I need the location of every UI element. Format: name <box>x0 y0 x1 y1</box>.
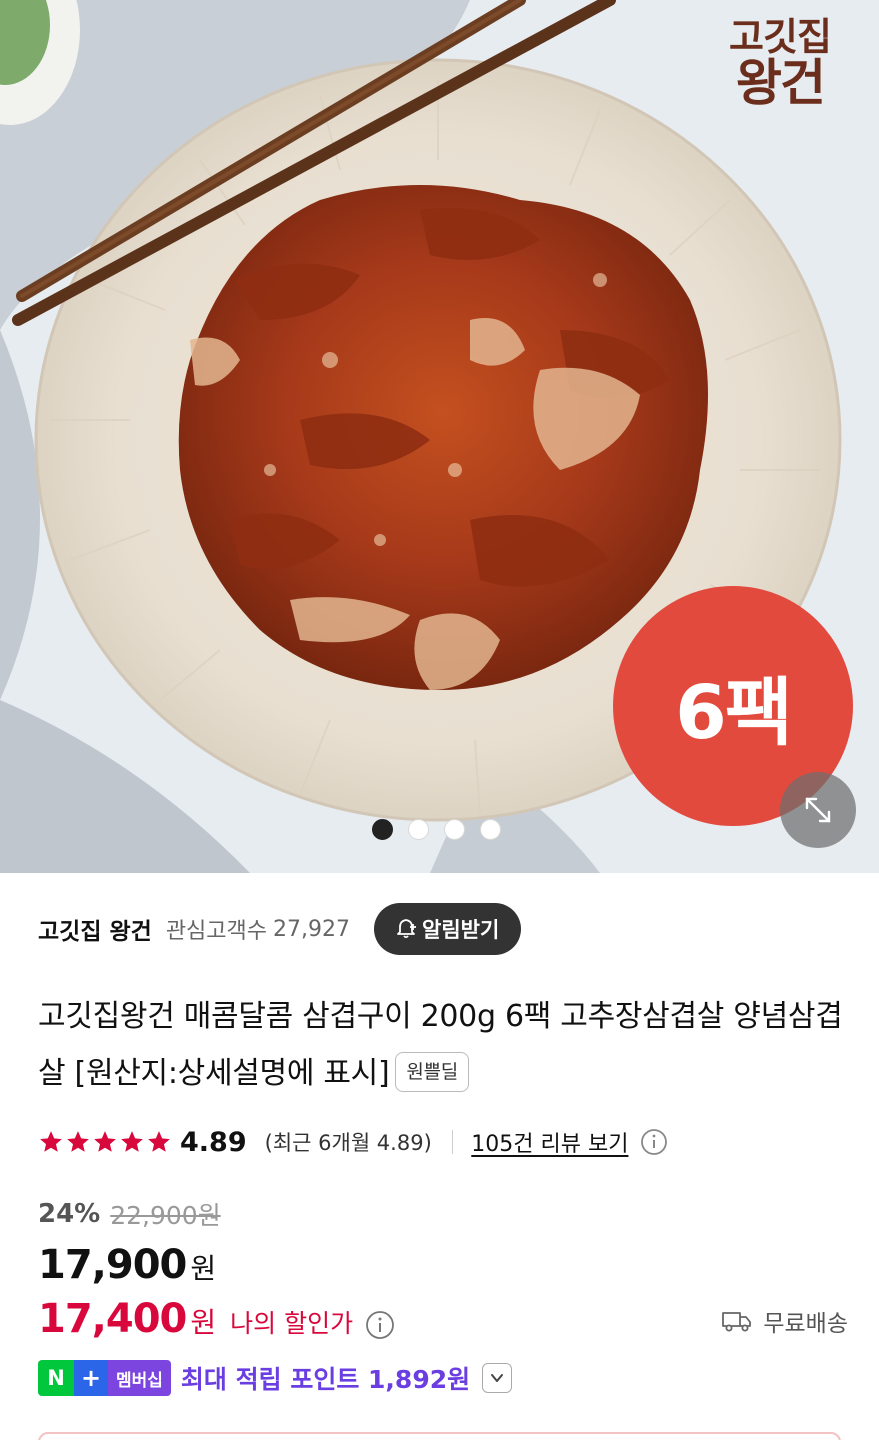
carousel-dot-4[interactable] <box>480 819 501 840</box>
original-price-row: 24% 22,900원 <box>38 1194 221 1234</box>
shipping-info: 무료배송 <box>721 1304 848 1338</box>
shipping-label: 무료배송 <box>763 1311 848 1337</box>
max-points-text: 최대 적립 포인트 1,892원 <box>180 1365 471 1394</box>
product-image[interactable]: 고깃집 왕건 6팩 <box>0 0 879 873</box>
truck-icon <box>722 1312 752 1332</box>
sale-price-currency: 원 <box>190 1252 217 1285</box>
rating-recent: (최근 6개월 4.89) <box>264 1131 432 1155</box>
star-icon <box>94 1131 116 1152</box>
expand-image-button[interactable] <box>780 772 856 848</box>
points-row: N + 멤버십 최대 적립 포인트 1,892원 <box>38 1360 513 1396</box>
carousel-indicator <box>372 819 501 840</box>
bell-plus-icon <box>397 919 416 939</box>
my-discount-price: 17,400 <box>38 1296 187 1342</box>
deal-badge[interactable]: 원쁠딜 <box>395 1051 469 1092</box>
rating-row: 4.89 (최근 6개월 4.89) 105건 리뷰 보기 <box>38 1120 668 1164</box>
notify-button[interactable]: 알림받기 <box>374 903 522 955</box>
brand-logo-line2: 왕건 <box>736 54 826 112</box>
original-price: 22,900원 <box>110 1201 221 1230</box>
plus-logo: + <box>74 1360 108 1396</box>
notify-label: 알림받기 <box>422 918 500 942</box>
info-icon[interactable] <box>640 1128 668 1156</box>
chevron-down-icon <box>491 1374 504 1382</box>
rating-score: 4.89 <box>180 1126 247 1158</box>
sale-price-row: 17,900 원 <box>38 1242 216 1294</box>
next-section-edge <box>38 1432 841 1440</box>
naver-plus-membership-badge: N + 멤버십 <box>38 1360 171 1396</box>
carousel-dot-3[interactable] <box>444 819 465 840</box>
product-title: 고깃집왕건 매콤달콤 삼겹구이 200g 6팩 고추장삼겹살 양념삼겹살 [원산… <box>38 988 848 1102</box>
membership-label: 멤버십 <box>108 1360 171 1396</box>
store-name[interactable]: 고깃집 왕건 <box>38 912 152 946</box>
sale-price: 17,900 <box>38 1242 187 1288</box>
naver-n-logo: N <box>38 1360 74 1396</box>
star-icon <box>40 1131 62 1152</box>
star-icon <box>148 1131 170 1152</box>
my-price-currency: 원 <box>190 1306 217 1339</box>
review-link[interactable]: 105건 리뷰 보기 <box>471 1126 628 1158</box>
divider <box>451 1130 454 1154</box>
carousel-dot-2[interactable] <box>408 819 429 840</box>
star-icon <box>121 1131 143 1152</box>
my-price-info-icon[interactable] <box>365 1310 395 1340</box>
discount-rate: 24% <box>38 1199 101 1229</box>
brand-logo: 고깃집 왕건 <box>705 18 855 108</box>
follow-count: 27,927 <box>273 916 350 942</box>
my-price-label: 나의 할인가 <box>230 1309 354 1338</box>
follow-label: 관심고객수 <box>165 919 268 944</box>
star-rating <box>38 1129 172 1155</box>
carousel-dot-1[interactable] <box>372 819 393 840</box>
expand-icon <box>805 797 831 823</box>
store-row: 고깃집 왕건 관심고객수 27,927 알림받기 <box>38 902 522 956</box>
my-price-row: 17,400 원 나의 할인가 무료배송 <box>38 1296 848 1348</box>
star-icon <box>67 1131 89 1152</box>
brand-logo-line1: 고깃집 <box>729 15 832 59</box>
points-expand-button[interactable] <box>482 1363 513 1393</box>
